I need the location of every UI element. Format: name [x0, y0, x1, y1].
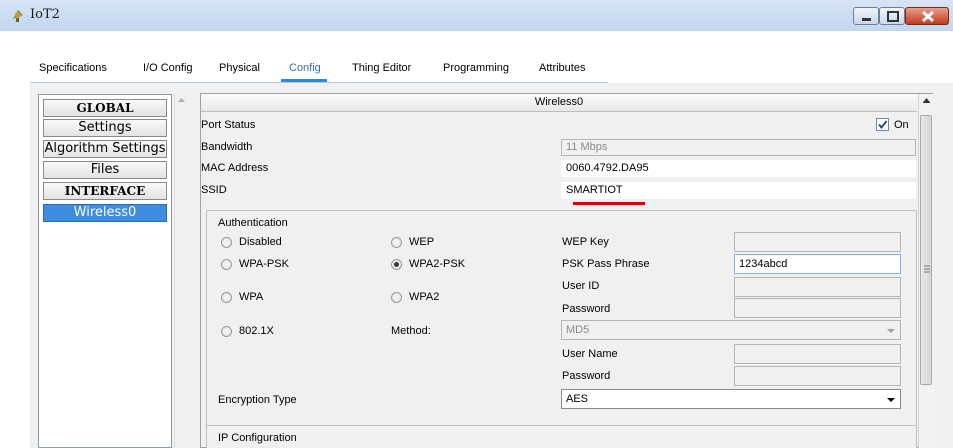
password-field[interactable]: [734, 298, 901, 318]
user-name-label: User Name: [562, 348, 618, 360]
user-id-label: User ID: [562, 280, 600, 292]
port-status-label: Port Status: [201, 119, 256, 131]
sidebar-item-algorithm-settings[interactable]: Algorithm Settings: [43, 140, 167, 158]
tab-physical[interactable]: Physical: [219, 62, 260, 74]
iot-device-icon: [13, 10, 23, 22]
encryption-type-value: AES: [566, 393, 589, 405]
radio-disabled-label: Disabled: [239, 236, 282, 248]
radio-disabled[interactable]: [221, 237, 232, 248]
ip-configuration-group: [206, 425, 917, 448]
scrollbar-thumb[interactable]: [920, 115, 932, 385]
sidebar-item-files[interactable]: Files: [43, 161, 167, 179]
sidebar-item-settings[interactable]: Settings: [43, 119, 167, 137]
sidebar-item-interface[interactable]: INTERFACE: [43, 182, 167, 200]
ssid-highlight-underline: [573, 202, 645, 205]
close-icon: [921, 10, 935, 23]
config-sidebar: GLOBAL Settings Algorithm Settings Files…: [38, 94, 172, 448]
psk-pass-phrase-label: PSK Pass Phrase: [562, 258, 650, 270]
tab-programming[interactable]: Programming: [443, 62, 509, 74]
mac-address-label: MAC Address: [201, 162, 269, 174]
tab-bar: [0, 31, 953, 85]
wep-key-label: WEP Key: [562, 236, 609, 248]
radio-8021x[interactable]: [221, 326, 232, 337]
port-status-checkbox[interactable]: [876, 118, 889, 131]
radio-wep[interactable]: [391, 237, 402, 248]
port-status-on-label: On: [894, 119, 909, 131]
checkmark-icon: [878, 120, 888, 129]
minimize-icon: [862, 18, 871, 21]
radio-wpa2[interactable]: [391, 292, 402, 303]
radio-wpa-psk-label: WPA-PSK: [239, 258, 289, 270]
password2-field[interactable]: [734, 366, 901, 386]
maximize-icon: [887, 11, 899, 22]
panel-title: Wireless0: [201, 94, 917, 112]
radio-wpa2-label: WPA2: [409, 291, 440, 303]
chevron-down-icon: [887, 329, 895, 333]
sidebar-scrollbar[interactable]: [174, 94, 188, 448]
wep-key-field[interactable]: [734, 232, 901, 252]
radio-wpa[interactable]: [221, 292, 232, 303]
mac-address-field[interactable]: 0060.4792.DA95: [561, 160, 916, 177]
chevron-down-icon: [887, 398, 895, 402]
scroll-up-icon: [178, 98, 185, 102]
tab-config[interactable]: Config: [289, 62, 321, 74]
tab-thing-editor[interactable]: Thing Editor: [352, 62, 411, 74]
method-label: Method:: [391, 325, 431, 337]
maximize-button[interactable]: [879, 7, 905, 25]
user-id-field[interactable]: [734, 277, 901, 297]
password2-label: Password: [562, 370, 611, 382]
window-title: IoT2: [30, 7, 60, 22]
psk-pass-phrase-field[interactable]: 1234abcd: [734, 254, 901, 274]
radio-wpa2-psk[interactable]: [391, 259, 402, 270]
minimize-button[interactable]: [853, 7, 879, 25]
encryption-type-label: Encryption Type: [218, 394, 297, 406]
scroll-up-icon: [922, 98, 931, 103]
radio-wep-label: WEP: [409, 236, 435, 248]
ssid-field[interactable]: SMARTIOT: [561, 182, 916, 199]
grip-icon: [924, 265, 930, 273]
ip-configuration-title: IP Configuration: [218, 432, 297, 444]
ssid-label: SSID: [201, 184, 227, 196]
radio-wpa-psk[interactable]: [221, 259, 232, 270]
password-label: Password: [562, 303, 611, 315]
bandwidth-label: Bandwidth: [201, 141, 253, 153]
encryption-type-select[interactable]: AES: [561, 389, 901, 409]
bandwidth-field: 11 Mbps: [561, 139, 916, 156]
user-name-field[interactable]: [734, 344, 901, 364]
method-select[interactable]: MD5: [561, 320, 901, 340]
close-button[interactable]: [905, 7, 949, 25]
tab-attributes[interactable]: Attributes: [539, 62, 585, 74]
authentication-title: Authentication: [218, 217, 288, 229]
radio-wpa-label: WPA: [239, 291, 264, 303]
tab-specifications[interactable]: Specifications: [39, 62, 107, 74]
sidebar-item-global[interactable]: GLOBAL: [43, 99, 167, 117]
tab-io-config[interactable]: I/O Config: [143, 62, 193, 74]
method-select-value: MD5: [566, 324, 590, 336]
radio-wpa2-psk-label: WPA2-PSK: [409, 258, 466, 270]
radio-8021x-label: 802.1X: [239, 325, 274, 337]
sidebar-item-wireless0[interactable]: Wireless0: [43, 204, 167, 222]
title-bar[interactable]: [0, 0, 953, 32]
